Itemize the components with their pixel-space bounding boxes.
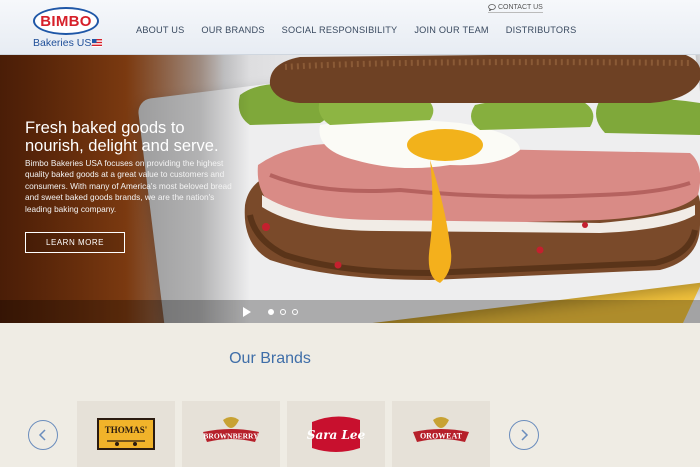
hero-description: Bimbo Bakeries USA focuses on providing …: [25, 158, 232, 214]
flag-icon: [92, 39, 102, 47]
slide-dots: [268, 309, 298, 315]
contact-us-link[interactable]: CONTACT US: [488, 4, 543, 13]
contact-us-label: CONTACT US: [498, 4, 543, 11]
play-icon[interactable]: [243, 307, 251, 317]
sara-lee-logo: Sara Lee: [307, 416, 366, 452]
logo-wordmark: BIMBO: [40, 12, 92, 30]
oroweat-logo-text: OROWEAT: [420, 432, 463, 441]
slider-controls: [0, 300, 700, 323]
main-nav: ABOUT US OUR BRANDS SOCIAL RESPONSIBILIT…: [136, 25, 576, 35]
sara-lee-logo-text: Sara Lee: [307, 428, 366, 442]
brand-card-sara-lee[interactable]: Sara Lee: [287, 401, 385, 467]
chat-bubble-icon: [488, 4, 496, 11]
brownberry-logo: BROWNBERRY: [203, 417, 259, 442]
oroweat-logo: OROWEAT: [413, 417, 469, 442]
thomas-logo: THOMAS': [97, 418, 155, 450]
chevron-right-icon: [521, 429, 529, 441]
hero-title: Fresh baked goods to nourish, delight an…: [25, 119, 219, 155]
nav-social-responsibility[interactable]: SOCIAL RESPONSIBILITY: [282, 25, 398, 35]
slide-dot-2[interactable]: [280, 309, 286, 315]
thomas-logo-text: THOMAS': [105, 425, 148, 435]
brands-next-button[interactable]: [509, 420, 539, 450]
logo-subtitle: Bakeries USA: [33, 37, 99, 49]
logo-oval: BIMBO: [33, 7, 99, 35]
learn-more-button[interactable]: LEARN MORE: [25, 232, 125, 253]
nav-distributors[interactable]: DISTRIBUTORS: [506, 25, 577, 35]
brand-card-oroweat[interactable]: OROWEAT: [392, 401, 490, 467]
nav-join-our-team[interactable]: JOIN OUR TEAM: [414, 25, 488, 35]
site-header: BIMBO Bakeries USA CONTACT US ABOUT US O…: [0, 0, 700, 55]
nav-our-brands[interactable]: OUR BRANDS: [201, 25, 264, 35]
slide-dot-3[interactable]: [292, 309, 298, 315]
brands-title: Our Brands: [229, 350, 311, 367]
chevron-left-icon: [38, 429, 46, 441]
slide-dot-1[interactable]: [268, 309, 274, 315]
brand-card-thomas[interactable]: THOMAS': [77, 401, 175, 467]
nav-about-us[interactable]: ABOUT US: [136, 25, 184, 35]
brownberry-logo-text: BROWNBERRY: [203, 432, 259, 441]
brands-prev-button[interactable]: [28, 420, 58, 450]
brand-card-brownberry[interactable]: BROWNBERRY: [182, 401, 280, 467]
hero-slider: Fresh baked goods to nourish, delight an…: [0, 55, 700, 323]
bimbo-logo[interactable]: BIMBO Bakeries USA: [30, 7, 104, 51]
